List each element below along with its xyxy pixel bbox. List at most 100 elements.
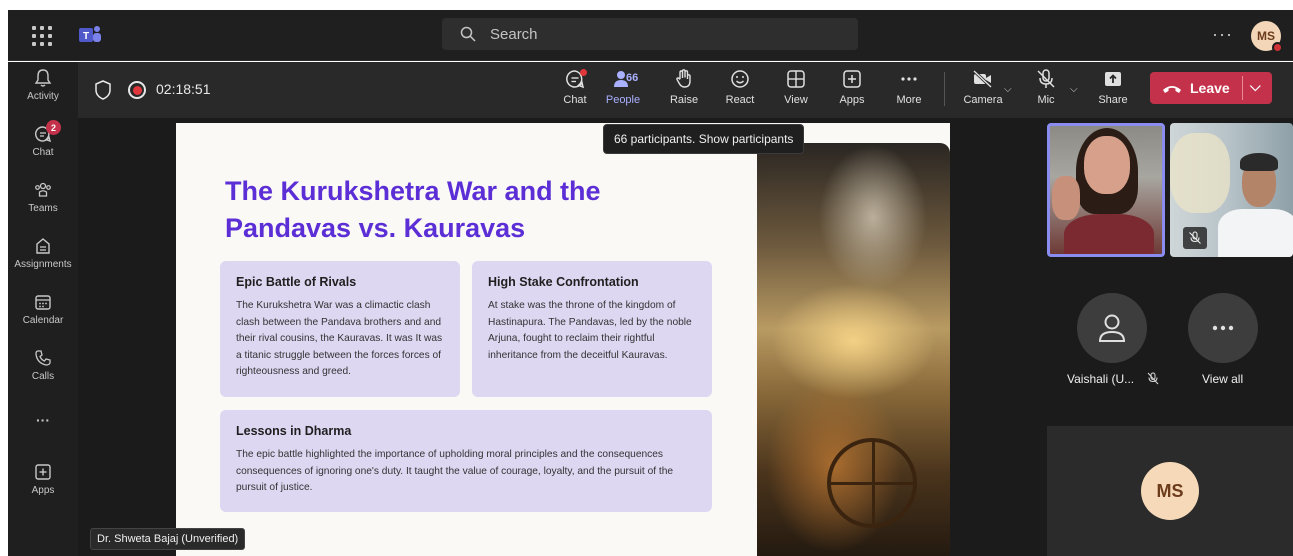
- more-actions-button[interactable]: More: [886, 68, 932, 114]
- camera-button[interactable]: Camera: [960, 68, 1006, 114]
- avatar-initials: MS: [1257, 29, 1275, 43]
- camera-off-icon: [972, 69, 993, 89]
- card-body: The epic battle highlighted the importan…: [236, 449, 674, 493]
- rail-item-apps[interactable]: Apps: [8, 462, 78, 496]
- mic-off-icon: [1037, 69, 1055, 88]
- rail-item-calls[interactable]: Calls: [8, 348, 78, 382]
- react-button[interactable]: React: [717, 68, 763, 114]
- tool-label: Mic: [1037, 94, 1055, 106]
- chat-unread-dot: [580, 69, 587, 76]
- speaker-face-shape: [1084, 136, 1130, 194]
- leave-divider: [1242, 76, 1243, 100]
- presenter-name-tag: Dr. Shweta Bajaj (Unverified): [90, 528, 246, 550]
- recording-icon: [128, 81, 146, 99]
- smiley-icon: [731, 70, 749, 88]
- view-all-label: View all: [1202, 372, 1244, 386]
- search-placeholder: Search: [490, 25, 538, 43]
- rail-label: Assignments: [14, 259, 72, 270]
- speaker-hand-shape: [1052, 176, 1080, 220]
- mic-options-chevron-icon[interactable]: ⌵: [1070, 84, 1078, 95]
- toolbar-divider: [944, 72, 945, 106]
- tool-label: View: [784, 94, 808, 106]
- teams-icon: [35, 182, 51, 197]
- rail-more-button[interactable]: ···: [8, 412, 78, 428]
- participant-avatar-vaishali[interactable]: [1077, 293, 1147, 363]
- teams-logo-icon: T: [79, 26, 101, 42]
- slide-card-dharma: Lessons in Dharma The epic battle highli…: [220, 410, 712, 512]
- background-shape: [1170, 133, 1230, 213]
- rail-label: Teams: [28, 203, 58, 214]
- slide-title: The Kurukshetra War and the Pandavas vs.…: [225, 176, 601, 243]
- chariot-wheel-shape: [827, 438, 917, 528]
- meeting-control-bar: 02:18:51 Chat 66 People Raise React View…: [78, 62, 1293, 118]
- grid-icon: [787, 70, 805, 88]
- camera-options-chevron-icon[interactable]: ⌵: [1004, 84, 1012, 95]
- card-heading: High Stake Confrontation: [488, 275, 639, 289]
- rail-item-teams[interactable]: Teams: [8, 180, 78, 214]
- tool-label: More: [896, 94, 922, 106]
- tool-label: Camera: [963, 94, 1003, 106]
- search-icon: [460, 26, 476, 42]
- leave-label: Leave: [1190, 80, 1230, 96]
- tool-label: People: [605, 94, 641, 106]
- speaker-body-shape: [1064, 214, 1154, 254]
- rail-label: Chat: [32, 147, 54, 158]
- leave-options-chevron-icon[interactable]: ⌵: [1250, 78, 1261, 95]
- tool-label: Apps: [839, 94, 865, 106]
- more-icon: [901, 77, 917, 81]
- self-avatar: MS: [1141, 462, 1199, 520]
- leave-button[interactable]: Leave ⌵: [1150, 72, 1272, 104]
- bell-icon: [34, 69, 52, 87]
- slide-card-rivals: Epic Battle of Rivals The Kurukshetra Wa…: [220, 261, 460, 397]
- card-body: The Kurukshetra War was a climactic clas…: [236, 300, 443, 377]
- participants-tooltip: 66 participants. Show participants: [603, 124, 805, 154]
- person-icon: [1098, 314, 1126, 342]
- chariot-artwork-image: [757, 143, 950, 556]
- apps-icon: [35, 464, 51, 480]
- self-video-tile[interactable]: MS: [1047, 426, 1293, 556]
- participant-video[interactable]: [1170, 123, 1293, 257]
- people-button[interactable]: 66 People: [600, 68, 646, 114]
- card-body: At stake was the throne of the kingdom o…: [488, 300, 692, 361]
- status-busy-icon: [1272, 42, 1283, 53]
- slide-card-confrontation: High Stake Confrontation At stake was th…: [472, 261, 712, 397]
- more-icon: [1212, 325, 1234, 331]
- participant-hair-shape: [1240, 153, 1278, 171]
- apps-icon: [843, 70, 861, 88]
- phone-icon: [35, 350, 51, 366]
- chat-button[interactable]: Chat: [552, 68, 598, 114]
- card-heading: Epic Battle of Rivals: [236, 275, 357, 289]
- participant-name: Vaishali (U...: [1067, 372, 1135, 386]
- raise-hand-button[interactable]: Raise: [661, 68, 707, 114]
- mic-button[interactable]: Mic: [1023, 68, 1069, 114]
- rail-item-assignments[interactable]: Assignments: [8, 236, 78, 270]
- settings-more-button[interactable]: ···: [1212, 24, 1233, 45]
- svg-text:T: T: [83, 31, 89, 42]
- tool-label: Raise: [669, 94, 699, 106]
- presentation-slide: The Kurukshetra War and the Pandavas vs.…: [176, 123, 950, 556]
- rail-item-activity[interactable]: Activity: [8, 68, 78, 102]
- tool-label: Chat: [563, 94, 587, 106]
- rail-label: Apps: [31, 485, 55, 496]
- rail-label: Activity: [27, 91, 59, 102]
- apps-button[interactable]: Apps: [829, 68, 875, 114]
- rail-item-calendar[interactable]: Calendar: [8, 292, 78, 326]
- app-rail: Activity 2 Chat Teams Assignments Calend…: [8, 62, 78, 556]
- search-bar[interactable]: Search: [442, 18, 858, 50]
- meeting-timer: 02:18:51: [156, 81, 211, 97]
- people-count: 66: [626, 72, 639, 84]
- shared-screen-stage: The Kurukshetra War and the Pandavas vs.…: [78, 118, 1038, 556]
- hand-icon: [676, 69, 691, 88]
- share-button[interactable]: Share: [1090, 68, 1136, 114]
- rail-item-chat[interactable]: 2 Chat: [8, 120, 78, 158]
- view-button[interactable]: View: [773, 68, 819, 114]
- view-all-button[interactable]: [1188, 293, 1258, 363]
- participant-gallery: Vaishali (U... View all MS: [1038, 118, 1293, 556]
- mic-off-icon: [1147, 372, 1159, 385]
- shield-icon[interactable]: [94, 80, 112, 100]
- active-speaker-video[interactable]: [1047, 123, 1165, 257]
- card-heading: Lessons in Dharma: [236, 424, 352, 438]
- mic-off-icon: [1189, 231, 1201, 244]
- app-launcher-icon[interactable]: [30, 24, 54, 48]
- profile-avatar[interactable]: MS: [1251, 21, 1283, 53]
